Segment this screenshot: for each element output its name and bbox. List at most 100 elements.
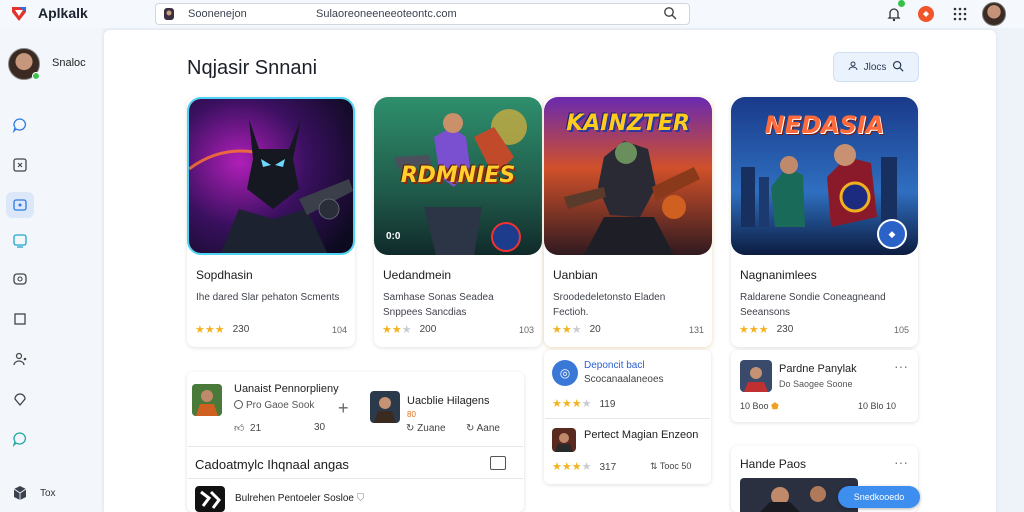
friend-subtitle: Do Saogee Soone — [779, 379, 853, 389]
section-title: Cadoatmylc Ihqnaal angas — [195, 457, 349, 472]
filter-button-label: Jlocs — [863, 61, 887, 73]
game-card[interactable]: NEDASIA ◆ Nagnanimlees Raldarene Sondie … — [731, 97, 918, 347]
browser-extension-icon[interactable] — [916, 4, 936, 24]
more-options-icon[interactable]: ··· — [894, 454, 908, 470]
filter-button[interactable]: Jlocs — [833, 52, 919, 82]
post-author-name[interactable]: Uacblie Hilagens — [407, 395, 490, 407]
rec-subtitle: Scocanaalaneoes — [584, 374, 664, 385]
friend-thumbnail[interactable] — [740, 360, 772, 392]
row-thumbnail-icon — [195, 486, 225, 512]
card-description: Raldarene Sondie Coneagneand Seeansons — [740, 292, 886, 318]
game-cover-image: NEDASIA ◆ — [731, 97, 918, 255]
likes-count: 21 — [250, 423, 262, 434]
game-card[interactable]: Sopdhasin Ihe dared Slar pehaton Scments… — [187, 97, 355, 347]
address-url-text: Sulaoreoneeneeoteontc.com — [316, 8, 457, 20]
card-meta: 131 — [688, 324, 704, 335]
rec-rating-row: ★★★★ 119 — [552, 397, 615, 410]
card-rating-row: ★★★ 230 104 — [195, 323, 347, 336]
divider — [545, 418, 710, 419]
card-description: Ihe dared Slar pehaton Scments — [196, 292, 340, 303]
featured-title: Hande Paos — [740, 457, 807, 471]
share-action[interactable]: ↻ Zuane — [406, 423, 446, 434]
rating-count: 230 — [232, 324, 250, 335]
favicon-icon — [162, 7, 176, 21]
address-left-text: Soonenejon — [188, 8, 247, 20]
reply-icon: ↻ — [466, 423, 475, 434]
rec-title[interactable]: Deponcit bacl — [584, 360, 645, 371]
post-subtitle: 80 — [407, 410, 416, 419]
post-avatar[interactable] — [370, 391, 400, 423]
puzzle-icon[interactable] — [6, 152, 34, 178]
rec-meta: ⇅ Tooc 50 — [650, 461, 691, 472]
card-meta: 105 — [893, 324, 909, 335]
friend-title[interactable]: Pardne Panylak — [779, 363, 857, 375]
trophy-icon: ⬟ — [771, 401, 779, 411]
page-title: Nqjasir Snnani — [187, 57, 318, 79]
online-status-dot — [32, 72, 40, 80]
likes-row[interactable]: 👍︎ 21 — [234, 422, 261, 434]
rating-count: 20 — [589, 324, 601, 335]
row-title-text: Bulrehen Pentoeler Sosloe — [235, 493, 354, 504]
post-author-name[interactable]: Uanaist Pennorplieny — [234, 383, 339, 395]
sidebar: Snaloc Tox — [0, 28, 102, 512]
profile-name: Snaloc — [52, 57, 86, 69]
plus-icon[interactable]: + — [338, 398, 349, 419]
rating-stars: ★★★ — [195, 324, 225, 336]
card-title: Uedandmein — [383, 268, 452, 282]
card-rating-row: ★★★ 20 131 — [552, 323, 704, 336]
rating-stars: ★★★ — [552, 324, 582, 336]
friend-meta-text: 10 Boo — [740, 401, 769, 411]
user-avatar[interactable] — [982, 2, 1006, 26]
message-icon[interactable] — [6, 426, 34, 452]
cover-title-text: KAINZTER — [566, 111, 690, 136]
cube-icon[interactable] — [6, 480, 34, 506]
rec-meta-text: Tooc 50 — [659, 461, 692, 471]
grid-menu-icon[interactable] — [950, 4, 970, 24]
rating-count: 317 — [599, 462, 617, 473]
chat-bubble-icon[interactable] — [6, 112, 34, 138]
shield-icon: ⛉ — [356, 493, 365, 504]
rating-stars: ★★★ — [739, 324, 769, 336]
game-card[interactable]: KAINZTER Uanbian Sroodedeletonsto Eladen… — [544, 97, 712, 347]
rec-title[interactable]: Pertect Magian Enzeon — [584, 429, 698, 441]
library-icon[interactable] — [6, 192, 34, 218]
more-options-icon[interactable]: ··· — [894, 358, 908, 374]
rating-stars: ★★★★ — [552, 398, 592, 410]
rec-rating-row: ★★★★ 317 — [552, 460, 616, 473]
rating-stars: ★★★ — [382, 324, 412, 336]
gamepad-icon[interactable] — [6, 266, 34, 292]
square-icon[interactable] — [6, 306, 34, 332]
search-icon — [892, 60, 904, 75]
game-card[interactable]: RDMNIES 0:0 Uedandmein Samhase Sonas Sea… — [374, 97, 542, 347]
rating-count: 200 — [419, 324, 437, 335]
card-rating-row: ★★★ 230 105 — [739, 323, 909, 336]
search-icon[interactable] — [663, 6, 679, 22]
card-title: Nagnanimlees — [740, 268, 817, 282]
notification-dot — [898, 0, 905, 7]
friend-meta: 10 Boo ⬟ — [740, 401, 779, 412]
card-title: Sopdhasin — [196, 268, 253, 282]
comments-count: 30 — [314, 422, 326, 433]
game-cover-image: KAINZTER — [544, 97, 712, 255]
address-bar[interactable]: Soonenejon Sulaoreoneeneeoteontc.com — [155, 3, 690, 25]
chat-button[interactable]: Snedkooedo — [838, 486, 920, 508]
divider — [188, 446, 523, 447]
card-meta: 104 — [331, 324, 347, 335]
location-icon[interactable] — [6, 386, 34, 412]
sidebar-bottom-label: Tox — [40, 488, 56, 499]
friends-icon[interactable] — [6, 346, 34, 372]
app-logo-icon[interactable] — [8, 3, 30, 25]
expand-icon[interactable] — [490, 456, 506, 470]
rating-count: 230 — [776, 324, 794, 335]
card-description: Sroodedeletonsto Eladen Fectioh. — [553, 292, 666, 318]
post-avatar[interactable] — [192, 384, 222, 416]
app-badge-icon: ◎ — [552, 360, 578, 386]
rating-stars: ★★★★ — [552, 461, 592, 473]
cover-corner-text: 0:0 — [386, 231, 401, 242]
monitor-icon[interactable] — [6, 228, 34, 254]
card-meta: 103 — [518, 324, 534, 335]
reply-action[interactable]: ↻ Aane — [466, 423, 500, 434]
bell-icon[interactable] — [884, 4, 904, 24]
game-cover-image — [187, 97, 355, 255]
friend-meta-right: 10 Blo 10 — [858, 401, 897, 411]
